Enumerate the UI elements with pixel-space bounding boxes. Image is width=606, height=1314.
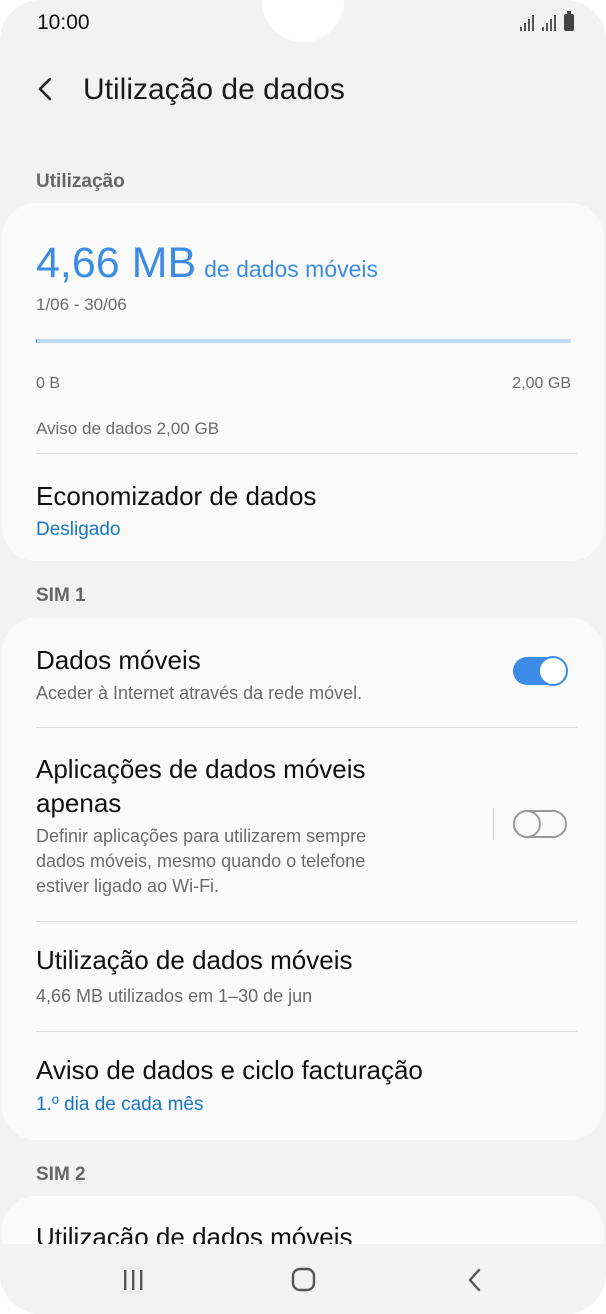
status-icons xyxy=(520,11,574,31)
usage-bar-min: 0 B xyxy=(36,375,61,392)
page-title: Utilização de dados xyxy=(83,73,345,106)
mobile-data-toggle[interactable] xyxy=(513,656,568,686)
mobile-only-apps-subtitle-line1: Definir aplicações para utilizarem sempr… xyxy=(36,826,367,846)
mobile-only-apps-title-line2: apenas xyxy=(36,788,122,818)
mobile-only-apps-toggle[interactable] xyxy=(513,810,567,838)
status-time: 10:00 xyxy=(37,11,90,34)
navigation-bar xyxy=(0,1244,606,1314)
mobile-data-title: Dados móveis xyxy=(36,645,201,675)
home-icon xyxy=(291,1267,316,1292)
section-label-usage: Utilização xyxy=(36,171,125,192)
signal-sim1-icon xyxy=(520,15,534,31)
section-label-sim2: SIM 2 xyxy=(36,1164,86,1185)
status-bar: 10:00 xyxy=(0,0,606,48)
data-saver-status: Desligado xyxy=(36,519,121,540)
usage-progress-bar xyxy=(36,339,571,343)
recents-button[interactable] xyxy=(93,1244,173,1314)
nav-back-icon xyxy=(468,1268,481,1292)
usage-amount: 4,66 MB de dados móveis xyxy=(36,239,378,288)
billing-cycle-title: Aviso de dados e ciclo facturação xyxy=(36,1055,423,1085)
mobile-only-apps-row[interactable]: Aplicações de dados móveis apenas Defini… xyxy=(2,728,604,921)
mobile-data-row[interactable]: Dados móveis Aceder à Internet através d… xyxy=(2,618,604,727)
nav-back-button[interactable] xyxy=(433,1244,513,1314)
usage-amount-value: 4,66 MB xyxy=(36,239,197,287)
toggle-knob xyxy=(538,656,568,686)
billing-cycle-subtitle: 1.º dia de cada mês xyxy=(36,1094,204,1115)
battery-icon xyxy=(564,11,574,31)
usage-progress-fill xyxy=(36,339,38,343)
usage-period: 1/06 - 30/06 xyxy=(36,295,127,314)
usage-card: 4,66 MB de dados móveis 1/06 - 30/06 0 B… xyxy=(2,203,604,561)
mobile-data-usage-title: Utilização de dados móveis xyxy=(36,945,353,975)
data-saver-title: Economizador de dados xyxy=(36,481,317,511)
section-label-sim1: SIM 1 xyxy=(36,585,86,606)
mobile-only-apps-subtitle-line2: dados móveis, mesmo quando o telefone xyxy=(36,851,366,871)
toggle-knob xyxy=(513,810,541,838)
signal-sim2-icon xyxy=(542,15,556,31)
camera-notch xyxy=(262,0,344,42)
billing-cycle-row[interactable]: Aviso de dados e ciclo facturação 1.º di… xyxy=(2,1032,604,1140)
data-warning-label: Aviso de dados 2,00 GB xyxy=(36,419,220,438)
app-bar: Utilização de dados xyxy=(0,60,606,120)
mobile-data-subtitle: Aceder à Internet através da rede móvel. xyxy=(36,683,363,703)
usage-amount-suffix: de dados móveis xyxy=(204,256,379,282)
mobile-data-usage-row[interactable]: Utilização de dados móveis 4,66 MB utili… xyxy=(2,922,604,1031)
sim1-card: Dados móveis Aceder à Internet através d… xyxy=(2,618,604,1140)
mobile-only-apps-title-line1: Aplicações de dados móveis xyxy=(36,754,366,784)
usage-bar-max: 2,00 GB xyxy=(512,375,571,392)
phone-screen: 10:00 Utilização de dados Utilização 4,6… xyxy=(0,0,606,1314)
recents-icon xyxy=(124,1270,143,1290)
home-button[interactable] xyxy=(263,1244,343,1314)
mobile-data-usage-subtitle: 4,66 MB utilizados em 1–30 de jun xyxy=(36,986,313,1006)
mobile-only-apps-subtitle-line3: estiver ligado ao Wi-Fi. xyxy=(36,876,220,896)
data-saver-row[interactable]: Economizador de dados Desligado xyxy=(2,454,604,561)
back-arrow-icon[interactable] xyxy=(34,74,58,104)
vertical-separator xyxy=(493,808,494,840)
